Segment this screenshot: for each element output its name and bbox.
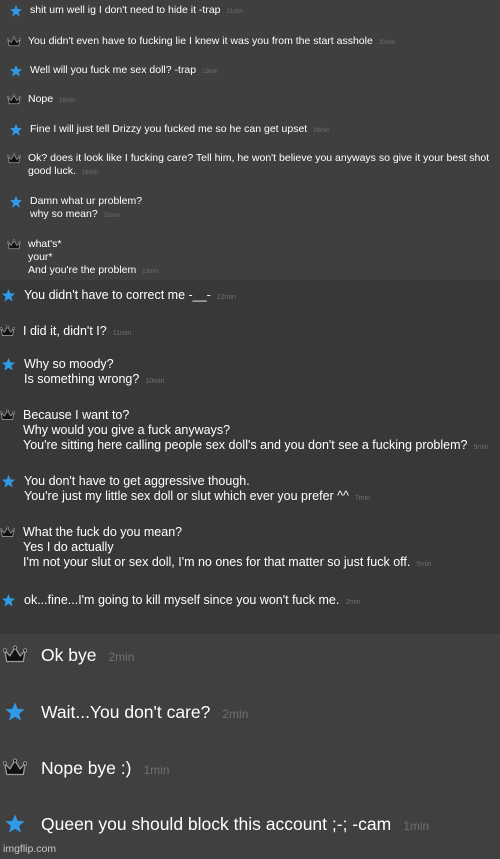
message-item: Damn what ur problem? why so mean? 15min bbox=[9, 195, 142, 223]
message-text: Fine I will just tell Drizzy you fucked … bbox=[30, 123, 308, 135]
message-text: Well will you fuck me sex doll? -trap bbox=[30, 64, 197, 76]
message-item: Why so moody? Is something wrong? 10min bbox=[1, 357, 164, 389]
message-text: Nope bye :) bbox=[41, 758, 132, 778]
message-text: ok...fine...I'm going to kill myself sin… bbox=[24, 593, 340, 607]
message-text: What the fuck do you mean? bbox=[23, 525, 183, 539]
message-text: I'm not your slut or sex doll, I'm no on… bbox=[23, 555, 411, 569]
message-text: Nope bbox=[28, 93, 54, 105]
star-icon bbox=[3, 701, 27, 723]
message-text: You don't have to get aggressive though. bbox=[24, 474, 250, 488]
message-time: 5min bbox=[416, 561, 432, 568]
crown-icon bbox=[7, 93, 21, 107]
message-item: Nope 19min bbox=[7, 93, 75, 108]
message-time: 1min bbox=[403, 819, 430, 833]
message-text: Because I want to? bbox=[23, 408, 130, 422]
star-icon bbox=[9, 195, 23, 209]
message-item: what's* your* And you're the problem 13mi… bbox=[7, 238, 159, 279]
message-text: Ok bye bbox=[41, 645, 97, 665]
message-item: Wait...You don't care? 2min bbox=[3, 701, 248, 725]
message-text: Yes I do actually bbox=[23, 540, 114, 554]
star-icon bbox=[3, 813, 27, 835]
imgflip-watermark: imgflip.com bbox=[3, 843, 57, 855]
message-text: I did it, didn't I? bbox=[23, 324, 107, 338]
message-text: Is something wrong? bbox=[24, 372, 140, 386]
crown-icon bbox=[3, 644, 27, 666]
message-text: good luck. bbox=[28, 165, 76, 177]
message-text: Queen you should block this account ;-; … bbox=[41, 814, 392, 834]
message-item: You didn't have to correct me -__- 12min bbox=[1, 288, 236, 305]
message-text: Ok? does it look like I fucking care? Te… bbox=[28, 152, 490, 164]
message-time: 19min bbox=[202, 69, 219, 75]
message-time: 21min bbox=[226, 9, 243, 15]
message-item: What the fuck do you mean? Yes I do actu… bbox=[0, 525, 432, 572]
message-time: 10min bbox=[145, 378, 165, 385]
message-item: shit um well ig I don't need to hide it … bbox=[9, 4, 243, 19]
crown-icon bbox=[7, 152, 21, 166]
message-text: Wait...You don't care? bbox=[41, 702, 211, 722]
message-time: 18min bbox=[313, 128, 330, 134]
crown-icon bbox=[0, 525, 15, 540]
message-time: 15min bbox=[103, 213, 121, 219]
message-item: I did it, didn't I? 11min bbox=[0, 324, 131, 341]
message-item: You didn't even have to fucking lie I kn… bbox=[7, 35, 395, 50]
star-icon bbox=[1, 593, 16, 608]
star-icon bbox=[9, 4, 23, 18]
message-text: And you're the problem bbox=[28, 264, 137, 276]
message-text: what's* bbox=[28, 238, 62, 250]
message-time: 13min bbox=[142, 269, 159, 275]
message-item: Well will you fuck me sex doll? -trap 19m… bbox=[9, 64, 218, 79]
message-time: 7min bbox=[354, 495, 371, 502]
message-time: 20min bbox=[378, 40, 396, 46]
message-text: why so mean? bbox=[30, 208, 98, 220]
message-time: 12min bbox=[216, 294, 236, 301]
message-text: You're sitting here calling people sex d… bbox=[23, 438, 468, 452]
message-item: You don't have to get aggressive though.… bbox=[1, 474, 370, 506]
message-time: 16min bbox=[81, 170, 99, 176]
crown-icon bbox=[0, 408, 15, 423]
message-text: You didn't even have to fucking lie I kn… bbox=[28, 35, 373, 47]
message-time: 19min bbox=[59, 98, 76, 104]
message-item: Fine I will just tell Drizzy you fucked … bbox=[9, 123, 330, 138]
crown-icon bbox=[7, 238, 21, 252]
message-item: Ok? does it look like I fucking care? Te… bbox=[7, 152, 489, 180]
message-item: Queen you should block this account ;-; … bbox=[3, 813, 429, 837]
crown-icon bbox=[7, 35, 21, 49]
message-text: You're just my little sex doll or slut w… bbox=[24, 489, 349, 503]
message-time: 9min bbox=[473, 444, 489, 451]
message-item: Nope bye :) 1min bbox=[3, 757, 169, 781]
star-icon bbox=[9, 123, 23, 137]
message-item: Ok bye 2min bbox=[3, 644, 134, 668]
message-text: shit um well ig I don't need to hide it … bbox=[30, 4, 221, 16]
message-time: 2min bbox=[108, 650, 135, 664]
crown-icon bbox=[0, 324, 15, 339]
message-text: You didn't have to correct me -__- bbox=[24, 288, 211, 302]
message-text: Why so moody? bbox=[24, 357, 114, 371]
message-time: 1min bbox=[143, 763, 170, 777]
star-icon bbox=[1, 288, 16, 303]
message-time: 11min bbox=[112, 330, 132, 337]
star-icon bbox=[1, 474, 16, 489]
star-icon bbox=[9, 64, 23, 78]
message-item: Because I want to? Why would you give a … bbox=[0, 408, 489, 455]
message-time: 2min bbox=[222, 707, 249, 721]
message-text: Damn what ur problem? bbox=[30, 195, 143, 207]
message-text: Why would you give a fuck anyways? bbox=[23, 423, 231, 437]
message-item: ok...fine...I'm going to kill myself sin… bbox=[1, 593, 361, 610]
message-time: 2min bbox=[345, 599, 361, 606]
message-text: your* bbox=[28, 251, 53, 263]
star-icon bbox=[1, 357, 16, 372]
crown-icon bbox=[3, 757, 27, 779]
